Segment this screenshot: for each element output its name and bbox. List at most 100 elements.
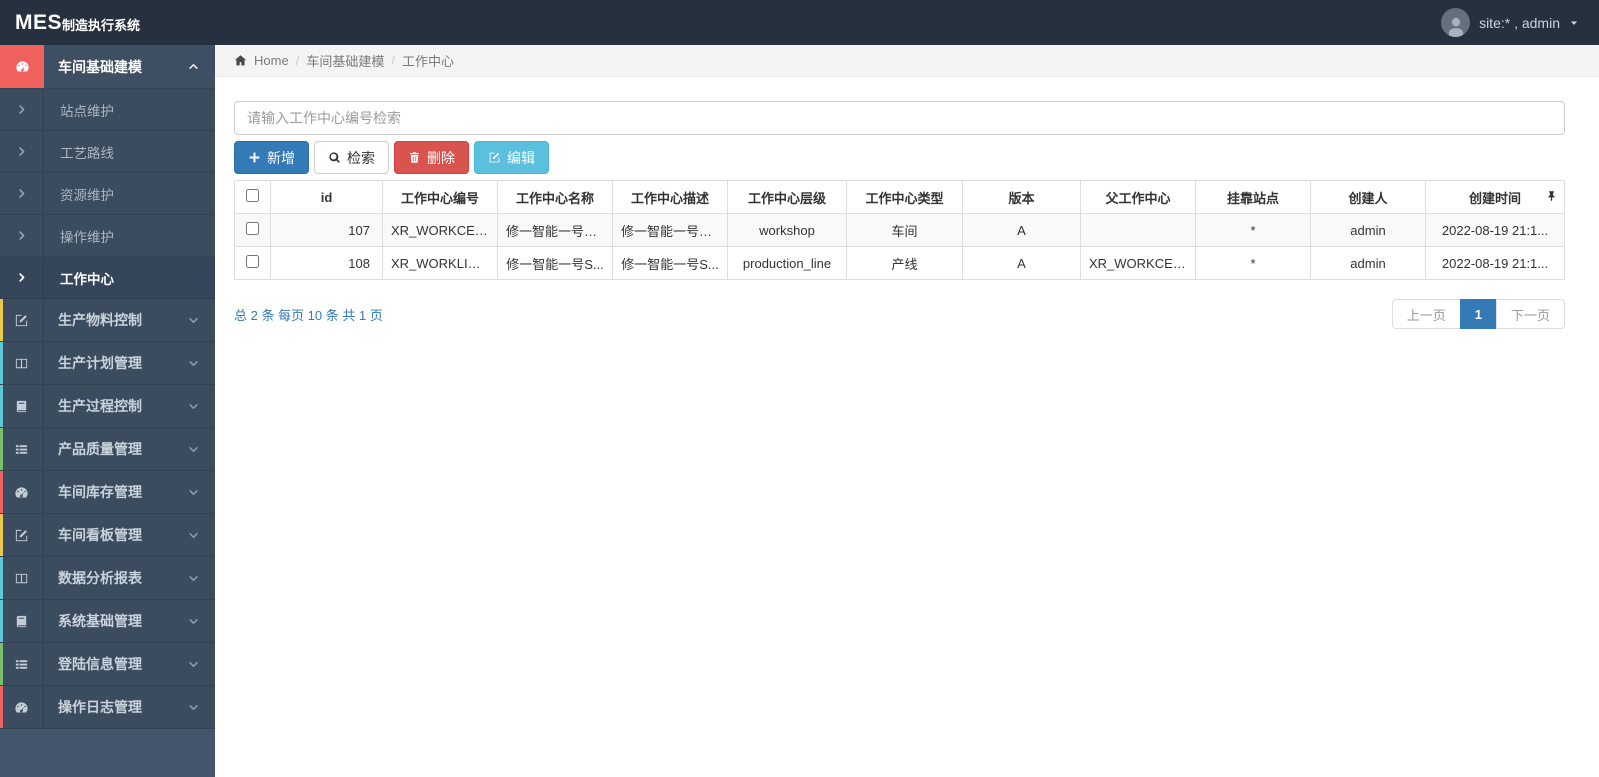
parent-icon-cell xyxy=(0,600,44,642)
search-input[interactable] xyxy=(234,101,1565,135)
chevron-down-icon xyxy=(188,702,215,713)
sidebar-subitem-0[interactable]: 站点维护 xyxy=(0,89,215,131)
parent-icon-cell xyxy=(0,686,44,728)
parent-icon-cell xyxy=(0,45,44,88)
sidebar-subitem-1[interactable]: 工艺路线 xyxy=(0,131,215,173)
column-header-8: 挂靠站点 xyxy=(1195,180,1311,214)
breadcrumb: Home / 车间基础建模 / 工作中心 xyxy=(215,45,1599,77)
list-icon xyxy=(14,657,29,672)
chevron-down-icon xyxy=(188,358,215,369)
sidebar-parent-label: 数据分析报表 xyxy=(58,570,142,586)
cell-工作中心类型: 车间 xyxy=(846,213,963,247)
cell-创建人: admin xyxy=(1310,213,1426,247)
accent-strip xyxy=(0,342,3,384)
column-header-label: 版本 xyxy=(1008,190,1035,206)
subitem-chevron-cell xyxy=(0,89,44,130)
chevron-down-icon xyxy=(188,616,215,627)
subitem-chevron-cell xyxy=(0,173,44,214)
sidebar-parent-label: 车间库存管理 xyxy=(58,484,142,500)
chevron-right-icon xyxy=(16,230,27,241)
sidebar-subitem-4[interactable]: 工作中心 xyxy=(0,257,215,299)
plus-icon xyxy=(248,151,261,164)
content: 新增 检索 删除 编辑 id 工作中心编号 工作中心 xyxy=(215,77,1599,329)
sidebar-item-parent-2[interactable]: 生产过程控制 xyxy=(0,385,215,428)
breadcrumb-item-0[interactable]: Home xyxy=(234,53,289,68)
row-checkbox[interactable] xyxy=(246,222,259,235)
search-icon xyxy=(328,151,341,164)
columns-icon xyxy=(14,356,29,371)
delete-button-label: 删除 xyxy=(427,149,455,166)
current-page-button[interactable]: 1 xyxy=(1459,299,1497,329)
column-header-label: 工作中心类型 xyxy=(865,190,944,206)
column-header-7: 父工作中心 xyxy=(1080,180,1196,214)
column-header-label: 工作中心编号 xyxy=(400,190,479,206)
parent-icon-cell xyxy=(0,428,44,470)
column-header-0: id xyxy=(270,180,383,214)
column-header-10: 创建时间 xyxy=(1425,180,1565,214)
sidebar-subitem-2[interactable]: 资源维护 xyxy=(0,173,215,215)
chevron-down-icon xyxy=(188,444,215,455)
cell-父工作中心: XR_WORKCEN... xyxy=(1080,246,1196,280)
sidebar-item-parent-4[interactable]: 车间库存管理 xyxy=(0,471,215,514)
book-icon xyxy=(14,399,29,414)
parent-icon-cell xyxy=(0,299,44,341)
chevron-down-icon xyxy=(188,315,215,326)
app-logo: MES 制造执行系统 xyxy=(15,11,140,35)
chevron-up-icon xyxy=(188,61,215,72)
user-menu[interactable]: site:* , admin xyxy=(1441,8,1579,37)
edit-button[interactable]: 编辑 xyxy=(474,141,549,174)
cell-工作中心编号: XR_WORKLINE... xyxy=(382,246,498,280)
accent-strip xyxy=(0,471,3,513)
pencil-icon xyxy=(14,313,29,328)
column-header-label: id xyxy=(320,189,333,205)
next-page-button[interactable]: 下一页 xyxy=(1495,299,1565,329)
chevron-right-icon xyxy=(16,188,27,199)
search-button[interactable]: 检索 xyxy=(314,141,389,174)
sidebar-item-parent-9[interactable]: 操作日志管理 xyxy=(0,686,215,729)
sidebar-subitem-label: 工艺路线 xyxy=(60,145,114,161)
sidebar-item-parent-1[interactable]: 生产计划管理 xyxy=(0,342,215,385)
accent-strip xyxy=(0,600,3,642)
add-button[interactable]: 新增 xyxy=(234,141,309,174)
home-icon xyxy=(234,54,247,67)
subitem-chevron-cell xyxy=(0,257,44,298)
sidebar-item-parent-3[interactable]: 产品质量管理 xyxy=(0,428,215,471)
row-checkbox-cell xyxy=(234,246,271,280)
sidebar-item-parent-7[interactable]: 系统基础管理 xyxy=(0,600,215,643)
breadcrumb-item-1[interactable]: 车间基础建模 xyxy=(306,51,384,70)
column-header-label: 父工作中心 xyxy=(1105,190,1171,206)
delete-button[interactable]: 删除 xyxy=(394,141,469,174)
cell-版本: A xyxy=(962,213,1081,247)
sidebar-item-parent-6[interactable]: 数据分析报表 xyxy=(0,557,215,600)
caret-down-icon xyxy=(1569,18,1579,28)
pin-icon[interactable] xyxy=(1546,190,1557,205)
sidebar-item-parent-active[interactable]: 车间基础建模 xyxy=(0,45,215,89)
column-header-label: 挂靠站点 xyxy=(1226,190,1279,206)
edit-icon xyxy=(488,151,501,164)
column-header-5: 工作中心类型 xyxy=(846,180,963,214)
sidebar-subitem-3[interactable]: 操作维护 xyxy=(0,215,215,257)
column-header-label: 创建时间 xyxy=(1468,190,1521,206)
add-button-label: 新增 xyxy=(267,149,295,166)
sidebar-subitem-label: 操作维护 xyxy=(60,229,114,245)
cell-工作中心类型: 产线 xyxy=(846,246,963,280)
sidebar-item-parent-5[interactable]: 车间看板管理 xyxy=(0,514,215,557)
cell-创建时间: 2022-08-19 21:1... xyxy=(1425,246,1565,280)
cell-父工作中心 xyxy=(1080,213,1196,247)
cell-id: 107 xyxy=(270,213,383,247)
sidebar-item-parent-8[interactable]: 登陆信息管理 xyxy=(0,643,215,686)
edit-button-label: 编辑 xyxy=(507,149,535,166)
sidebar-item-parent-0[interactable]: 生产物料控制 xyxy=(0,299,215,342)
column-header-label: 工作中心层级 xyxy=(747,190,826,206)
prev-page-button[interactable]: 上一页 xyxy=(1391,299,1461,329)
cell-挂靠站点: * xyxy=(1195,246,1311,280)
breadcrumb-separator: / xyxy=(391,53,395,68)
sidebar-subitem-label: 资源维护 xyxy=(60,187,114,203)
select-all-checkbox[interactable] xyxy=(246,189,259,202)
user-label: site:* , admin xyxy=(1479,14,1560,31)
book-icon xyxy=(14,614,29,629)
row-checkbox-cell xyxy=(234,213,271,247)
sidebar-subitem-label: 站点维护 xyxy=(60,103,114,119)
row-checkbox[interactable] xyxy=(246,255,259,268)
accent-strip xyxy=(0,686,3,728)
